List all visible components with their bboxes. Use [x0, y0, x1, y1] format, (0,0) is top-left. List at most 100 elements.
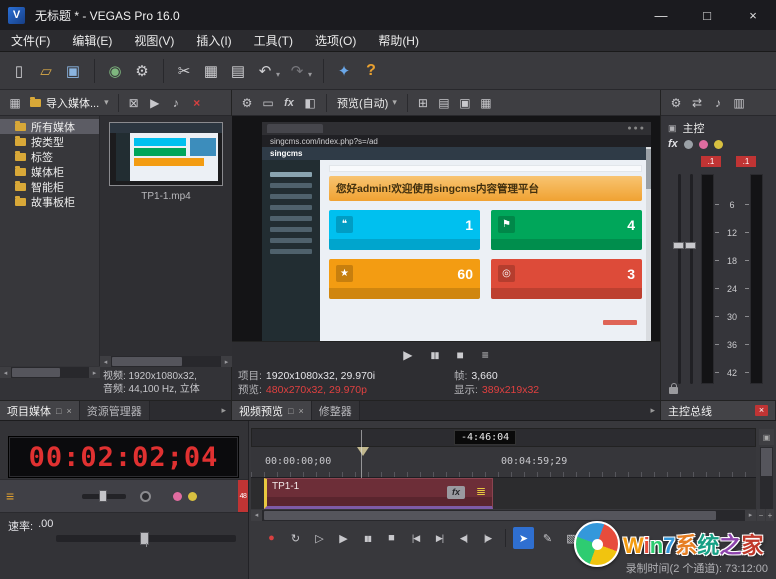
- menu-help[interactable]: 帮助(H): [367, 30, 430, 52]
- track-vscrollbar[interactable]: [760, 447, 773, 509]
- timeline-event-tp1-1[interactable]: TP1-1 fx ≣: [264, 478, 493, 509]
- mixer-settings-icon[interactable]: ⚙: [666, 93, 686, 113]
- fx-plugin-pink-icon[interactable]: [699, 140, 708, 149]
- redo-icon[interactable]: ↷: [284, 58, 310, 84]
- close-button[interactable]: ×: [730, 0, 776, 30]
- float-window-icon[interactable]: □: [288, 406, 293, 416]
- track-menu-icon[interactable]: ≡: [6, 489, 14, 503]
- minimize-button[interactable]: —: [638, 0, 684, 30]
- safe-area-overlay-icon[interactable]: ▤: [434, 93, 454, 113]
- tab-video-preview[interactable]: 视频预览 □ ×: [232, 401, 312, 420]
- go-to-start-button[interactable]: |◀: [405, 527, 426, 549]
- scroll-right-icon[interactable]: ▸: [221, 356, 232, 367]
- tree-item-all-media[interactable]: 所有媒体: [0, 119, 99, 134]
- menu-file[interactable]: 文件(F): [0, 30, 61, 52]
- scroll-left-icon[interactable]: ◂: [100, 356, 111, 367]
- fader-track-right[interactable]: [690, 174, 693, 384]
- scroll-thumb[interactable]: [12, 368, 60, 377]
- scroll-track[interactable]: [11, 367, 89, 378]
- fx-plugin-yellow-icon[interactable]: [714, 140, 723, 149]
- menu-edit[interactable]: 编辑(E): [61, 30, 123, 52]
- play-from-start-button[interactable]: ▷: [309, 527, 330, 549]
- normal-edit-tool-icon[interactable]: ➤: [513, 527, 534, 549]
- close-tab-icon[interactable]: ×: [755, 405, 768, 416]
- copy-icon[interactable]: ▦: [198, 58, 224, 84]
- tree-item-by-type[interactable]: 按类型: [0, 134, 99, 149]
- timeline-ruler[interactable]: 00:00:00;00 00:04:59;29: [251, 447, 756, 478]
- tree-item-tags[interactable]: 标签: [0, 149, 99, 164]
- preview-settings-icon[interactable]: ⚙: [237, 93, 257, 113]
- float-window-icon[interactable]: □: [56, 406, 61, 416]
- fx-slot-icon[interactable]: [684, 140, 693, 149]
- rate-slider[interactable]: [56, 535, 236, 542]
- maximize-button[interactable]: □: [684, 0, 730, 30]
- preview-menu-button[interactable]: ≡: [482, 348, 489, 362]
- tree-item-media-bins[interactable]: 媒体柜: [0, 164, 99, 179]
- tab-explorer[interactable]: 资源管理器: [80, 401, 150, 420]
- scroll-right-icon[interactable]: ▸: [745, 510, 756, 521]
- undo-icon[interactable]: ↶: [252, 58, 278, 84]
- timecode-display[interactable]: 00:02:02;04: [8, 436, 239, 478]
- publish-icon[interactable]: ◉: [102, 58, 128, 84]
- menu-options[interactable]: 选项(O): [304, 30, 367, 52]
- scroll-left-icon[interactable]: ◂: [0, 367, 11, 378]
- thumbnails-hscrollbar[interactable]: ◂ ▸: [100, 356, 232, 367]
- peak-right-badge[interactable]: .1: [736, 156, 756, 167]
- new-project-icon[interactable]: ▯: [6, 58, 32, 84]
- fader-lock[interactable]: [669, 387, 678, 394]
- paste-icon[interactable]: ▤: [225, 58, 251, 84]
- scroll-thumb[interactable]: [264, 511, 716, 520]
- plugin-manager-icon[interactable]: ✦: [331, 58, 357, 84]
- record-button[interactable]: ●: [261, 527, 282, 549]
- save-snapshot-icon[interactable]: ▣: [455, 93, 475, 113]
- timeline-corner-button[interactable]: ▣: [759, 429, 774, 445]
- scroll-left-icon[interactable]: ◂: [251, 510, 262, 521]
- menu-view[interactable]: 视图(V): [123, 30, 185, 52]
- event-stretch-icon[interactable]: ≣: [476, 485, 486, 497]
- undo-caret-icon[interactable]: ▾: [276, 70, 280, 79]
- stop-button[interactable]: ■: [381, 527, 402, 549]
- views-icon[interactable]: ▦: [5, 93, 25, 113]
- track-solo-icon[interactable]: [188, 492, 197, 501]
- dim-output-icon[interactable]: ♪: [708, 93, 728, 113]
- event-fx-button[interactable]: fx: [447, 486, 465, 499]
- help-icon[interactable]: ?: [358, 58, 384, 84]
- timeline-hscrollbar[interactable]: ◂ ▸: [251, 509, 756, 521]
- grid-overlay-icon[interactable]: ⊞: [413, 93, 433, 113]
- preview-quality-dropdown[interactable]: 预览(自动) ▾: [332, 94, 402, 112]
- tree-item-storyboard-bins[interactable]: 故事板柜: [0, 194, 99, 209]
- track-volume-fader[interactable]: [82, 494, 126, 499]
- close-tab-icon[interactable]: ×: [298, 406, 303, 416]
- external-monitor-icon[interactable]: ▭: [258, 93, 278, 113]
- copy-snapshot-icon[interactable]: ▦: [476, 93, 496, 113]
- peak-left-badge[interactable]: .1: [701, 156, 721, 167]
- tab-overflow-icon[interactable]: ▸: [645, 401, 660, 420]
- preview-pause-button[interactable]: ▮▮: [431, 350, 439, 361]
- pause-button[interactable]: ▮▮: [357, 527, 378, 549]
- split-screen-icon[interactable]: ◧: [300, 93, 320, 113]
- redo-caret-icon[interactable]: ▾: [308, 70, 312, 79]
- timeline-marker[interactable]: [357, 447, 369, 456]
- track-pan-knob[interactable]: [140, 491, 151, 502]
- go-to-end-button[interactable]: ▶|: [429, 527, 450, 549]
- start-preview-icon[interactable]: ▶: [145, 93, 165, 113]
- rate-slider-handle[interactable]: [140, 532, 149, 545]
- previous-frame-button[interactable]: ◀|: [453, 527, 474, 549]
- scroll-track[interactable]: [111, 356, 221, 367]
- media-thumbnail-tp1-1[interactable]: TP1-1.mp4: [109, 122, 223, 202]
- mixer-view-icon[interactable]: ▥: [729, 93, 749, 113]
- tree-item-smart-bins[interactable]: 智能柜: [0, 179, 99, 194]
- downmix-icon[interactable]: ⇄: [687, 93, 707, 113]
- fader-handle-right[interactable]: [685, 242, 696, 249]
- import-media-button[interactable]: 导入媒体... ▾: [26, 93, 113, 113]
- open-icon[interactable]: ▱: [33, 58, 59, 84]
- scroll-thumb[interactable]: [112, 357, 182, 366]
- marker-bar[interactable]: -4:46:04: [251, 428, 756, 447]
- next-frame-button[interactable]: |▶: [477, 527, 498, 549]
- loop-playback-button[interactable]: ↻: [285, 527, 306, 549]
- cut-icon[interactable]: ✂: [171, 58, 197, 84]
- video-track[interactable]: TP1-1 fx ≣: [251, 478, 756, 509]
- video-output-fx-icon[interactable]: fx: [279, 93, 299, 113]
- save-icon[interactable]: ▣: [60, 58, 86, 84]
- master-fx-icon[interactable]: fx: [668, 138, 678, 150]
